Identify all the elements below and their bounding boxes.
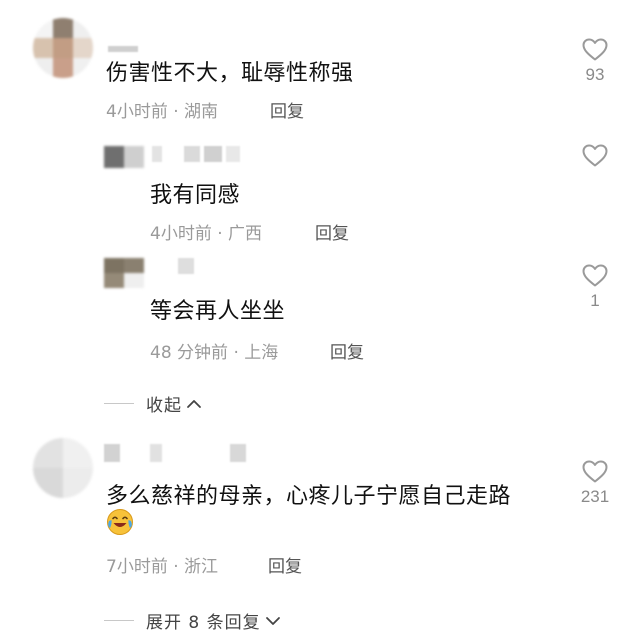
comment-time: 4小时前 bbox=[106, 102, 168, 122]
collapse-label: 收起 bbox=[146, 396, 182, 416]
meta-separator: · bbox=[217, 224, 223, 244]
reply-button[interactable]: 回复 bbox=[268, 552, 302, 577]
like-count: 1 bbox=[590, 291, 600, 310]
expand-replies-button[interactable]: 展开 8 条回复 bbox=[104, 608, 281, 633]
comment-location: 广西 bbox=[228, 224, 263, 244]
comment-time: 7小时前 bbox=[106, 557, 168, 577]
comment-meta: 48 分钟前 · 上海 bbox=[150, 338, 278, 363]
comment-time: 4小时前 bbox=[150, 224, 212, 244]
comment-section: 伤害性不大，耻辱性称强 4小时前 · 湖南 回复 93 我有同感 4小时前 · … bbox=[0, 0, 641, 643]
comment-location: 湖南 bbox=[184, 102, 219, 122]
username[interactable] bbox=[152, 146, 240, 162]
meta-separator: · bbox=[173, 102, 179, 122]
like-count: 231 bbox=[580, 487, 610, 506]
chevron-up-icon bbox=[187, 399, 201, 408]
laughing-crying-emoji bbox=[107, 509, 133, 535]
like-count: 93 bbox=[585, 65, 605, 84]
reply-button[interactable]: 回复 bbox=[270, 97, 304, 122]
avatar[interactable] bbox=[33, 438, 93, 498]
like-button[interactable]: 1 bbox=[575, 264, 615, 311]
username[interactable] bbox=[178, 258, 194, 274]
chevron-down-icon bbox=[265, 616, 280, 625]
like-button[interactable]: 231 bbox=[575, 460, 615, 507]
username[interactable] bbox=[104, 444, 246, 462]
heart-outline-icon bbox=[582, 460, 608, 483]
reply-button[interactable]: 回复 bbox=[330, 338, 364, 363]
comment-text: 伤害性不大，耻辱性称强 bbox=[106, 61, 354, 86]
meta-separator: · bbox=[173, 557, 179, 577]
like-button[interactable]: 93 bbox=[575, 38, 615, 85]
avatar[interactable] bbox=[33, 18, 93, 78]
comment-text: 我有同感 bbox=[150, 183, 241, 208]
comment-location: 上海 bbox=[244, 343, 279, 363]
comment-meta: 4小时前 · 广西 bbox=[150, 219, 262, 244]
username[interactable] bbox=[108, 16, 138, 52]
comment-location: 浙江 bbox=[184, 557, 219, 577]
heart-outline-icon bbox=[582, 144, 608, 167]
avatar[interactable] bbox=[104, 258, 144, 288]
reply-button[interactable]: 回复 bbox=[315, 219, 349, 244]
expand-label: 展开 8 条回复 bbox=[146, 613, 261, 633]
comment-text: 等会再人坐坐 bbox=[150, 299, 286, 324]
comment-time: 48 分钟前 bbox=[150, 343, 229, 363]
like-button[interactable] bbox=[575, 144, 615, 167]
divider-line bbox=[104, 620, 134, 621]
comment-meta: 7小时前 · 浙江 bbox=[106, 552, 218, 577]
heart-outline-icon bbox=[582, 38, 608, 61]
meta-separator: · bbox=[233, 343, 239, 363]
avatar[interactable] bbox=[104, 146, 144, 168]
collapse-replies-button[interactable]: 收起 bbox=[104, 391, 202, 416]
heart-outline-icon bbox=[582, 264, 608, 287]
comment-text: 多么慈祥的母亲，心疼儿子宁愿自己走路 bbox=[106, 484, 512, 509]
divider-line bbox=[104, 403, 134, 404]
comment-meta: 4小时前 · 湖南 bbox=[106, 97, 218, 122]
